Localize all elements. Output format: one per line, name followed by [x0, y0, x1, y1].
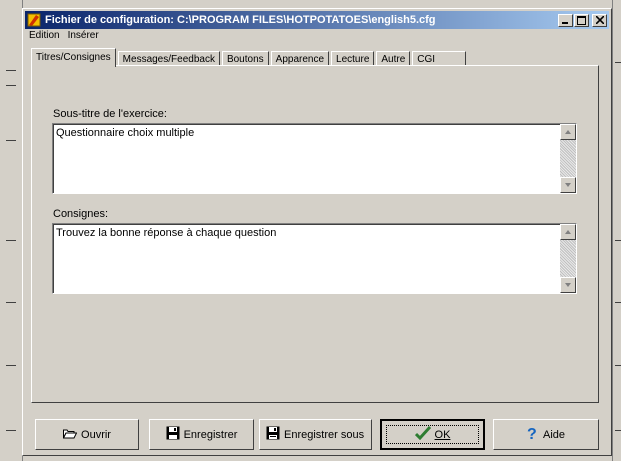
- save-as-disk-icon: [266, 426, 280, 443]
- instructions-field[interactable]: Trouvez la bonne réponse à chaque questi…: [52, 223, 577, 294]
- tab-lecture[interactable]: Lecture: [331, 51, 375, 66]
- close-icon: [595, 16, 604, 24]
- background-window-edge: [22, 0, 612, 8]
- tab-messages-feedback[interactable]: Messages/Feedback: [117, 51, 220, 66]
- save-as-button-label: Enregistrer sous: [284, 428, 365, 441]
- save-button[interactable]: Enregistrer: [149, 419, 254, 450]
- tab-cgi-label: CGI: [417, 54, 436, 65]
- folder-open-icon: [62, 428, 78, 442]
- checkmark-icon: [414, 425, 431, 443]
- help-button-label: Aide: [542, 428, 566, 441]
- menu-edition[interactable]: Edition: [29, 30, 60, 44]
- tab-panel-titres-consignes: Sous-titre de l'exercice: Questionnaire …: [31, 65, 599, 403]
- scroll-up-button[interactable]: [560, 224, 576, 240]
- subtitle-scrollbar[interactable]: [560, 124, 576, 193]
- maximize-icon: [577, 15, 586, 25]
- arrow-up-icon: [565, 230, 571, 234]
- menu-bar: Edition Insérer: [26, 30, 99, 44]
- scroll-up-button[interactable]: [560, 124, 576, 140]
- tab-boutons[interactable]: Boutons: [221, 51, 269, 66]
- background-window-right: [612, 0, 621, 461]
- maximize-button[interactable]: [574, 13, 589, 27]
- background-window-left: [0, 0, 23, 461]
- help-question-icon: ?: [527, 425, 539, 444]
- title-bar[interactable]: Fichier de configuration: C:\PROGRAM FIL…: [25, 11, 609, 29]
- subtitle-field[interactable]: Questionnaire choix multiple: [52, 123, 577, 194]
- save-button-label: Enregistrer: [183, 428, 238, 441]
- close-button[interactable]: [592, 13, 607, 27]
- save-as-button[interactable]: Enregistrer sous: [259, 419, 372, 450]
- tab-cgi[interactable]: CGI: [412, 51, 467, 66]
- menu-inserer-label: Insérer: [67, 30, 99, 41]
- menu-edition-label: Edition: [29, 30, 60, 41]
- ok-button[interactable]: OK: [380, 419, 485, 450]
- subtitle-label: Sous-titre de l'exercice:: [53, 108, 167, 120]
- arrow-down-icon: [565, 183, 571, 187]
- config-dialog: Fichier de configuration: C:\PROGRAM FIL…: [22, 8, 612, 456]
- minimize-icon: [561, 22, 568, 24]
- scroll-down-button[interactable]: [560, 277, 576, 293]
- floppy-disk-icon: [166, 426, 180, 443]
- menu-inserer[interactable]: Insérer: [68, 30, 99, 44]
- app-icon: [27, 13, 41, 27]
- arrow-up-icon: [565, 130, 571, 134]
- instructions-value: Trouvez la bonne réponse à chaque questi…: [56, 227, 277, 239]
- tab-autre[interactable]: Autre: [376, 51, 411, 66]
- subtitle-value: Questionnaire choix multiple: [56, 127, 195, 139]
- tab-apparence[interactable]: Apparence: [270, 51, 330, 66]
- minimize-button[interactable]: [558, 13, 573, 27]
- arrow-down-icon: [565, 283, 571, 287]
- open-button-label: Ouvrir: [81, 428, 111, 441]
- scroll-down-button[interactable]: [560, 177, 576, 193]
- open-button[interactable]: Ouvrir: [35, 419, 139, 450]
- instructions-scrollbar[interactable]: [560, 224, 576, 293]
- window-title: Fichier de configuration: C:\PROGRAM FIL…: [45, 14, 436, 26]
- tab-titres-consignes[interactable]: Titres/Consignes: [31, 48, 116, 67]
- help-button[interactable]: ? Aide: [493, 419, 599, 450]
- tab-strip: Titres/Consignes Messages/Feedback Bouto…: [31, 46, 468, 67]
- svg-text:?: ?: [527, 426, 537, 441]
- instructions-label: Consignes:: [53, 208, 109, 220]
